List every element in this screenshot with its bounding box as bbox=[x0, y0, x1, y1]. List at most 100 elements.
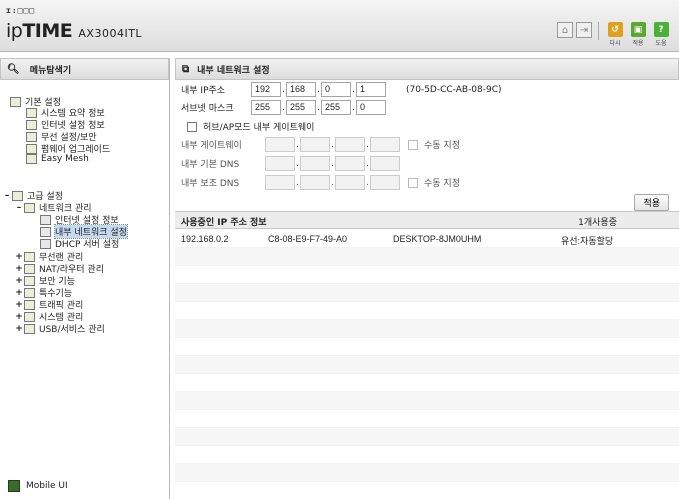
main-panel: ⧉ 내부 네트워크 설정 내부 IP주소 192. 168. 0. 1 (70-… bbox=[175, 58, 679, 499]
ip-table: 192.168.0.2 C8-08-E9-F7-49-A0 DESKTOP-8J… bbox=[175, 230, 679, 482]
refresh-button[interactable]: ↺ 다시 bbox=[605, 22, 625, 47]
dns-manual-checkbox[interactable] bbox=[408, 177, 418, 188]
toolbar-divider bbox=[598, 22, 599, 40]
collapse-icon[interactable]: – bbox=[14, 203, 24, 213]
ip-octet-2[interactable]: 168 bbox=[286, 82, 316, 97]
mac-address: (70-5D-CC-AB-08-9C) bbox=[406, 84, 502, 95]
home-icon[interactable]: ⌂ bbox=[557, 22, 573, 38]
mask-octet-1[interactable]: 255 bbox=[251, 100, 281, 115]
mask-label: 서브넷 마스크 bbox=[181, 104, 234, 114]
expand-icon[interactable]: + bbox=[14, 264, 24, 274]
mobile-icon bbox=[8, 480, 20, 492]
page-icon bbox=[40, 214, 51, 225]
page-icon bbox=[26, 131, 37, 142]
page-icon bbox=[26, 107, 37, 118]
ip-table-title: 사용중인 IP 주소 정보 bbox=[181, 218, 267, 228]
folder-icon bbox=[24, 311, 35, 322]
table-row-empty bbox=[175, 374, 679, 392]
header: ɪ:□□□ ipTIME AX3004ITL ⌂ ⇥ ↺ 다시 ▣ 적용 ? 도… bbox=[0, 0, 679, 52]
ip-octet-3[interactable]: 0 bbox=[321, 82, 351, 97]
dns2-octet-3[interactable] bbox=[335, 175, 365, 190]
table-row-empty bbox=[175, 446, 679, 464]
gateway-octet-4[interactable] bbox=[370, 137, 400, 152]
gateway-row: 내부 게이트웨이 . . . 수동 지정 bbox=[181, 137, 460, 152]
mobile-ui-link[interactable]: Mobile UI bbox=[8, 480, 68, 492]
dns1-octet-4[interactable] bbox=[370, 156, 400, 171]
apply-button[interactable]: 적용 bbox=[634, 194, 669, 211]
tree-item-dhcp[interactable]: DHCP 서버 설정 bbox=[40, 237, 119, 250]
hub-ap-checkbox[interactable] bbox=[187, 121, 197, 132]
dns2-octet-2[interactable] bbox=[300, 175, 330, 190]
ip-octet-4[interactable]: 1 bbox=[356, 82, 386, 97]
dns-manual-label: 수동 지정 bbox=[424, 179, 460, 189]
expand-icon[interactable]: + bbox=[14, 252, 24, 262]
hub-ap-row: 허브/AP모드 내부 게이트웨이 bbox=[187, 120, 314, 133]
table-row-empty bbox=[175, 464, 679, 482]
table-row-empty bbox=[175, 428, 679, 446]
save-icon: ▣ bbox=[630, 22, 646, 37]
header-toolbar: ⌂ ⇥ ↺ 다시 ▣ 적용 ? 도움 bbox=[557, 22, 671, 47]
table-row-empty bbox=[175, 302, 679, 320]
expand-icon[interactable]: + bbox=[14, 312, 24, 322]
ip-label: 내부 IP주소 bbox=[181, 86, 226, 96]
ip-row: 내부 IP주소 192. 168. 0. 1 (70-5D-CC-AB-08-9… bbox=[181, 82, 502, 97]
gateway-manual-checkbox[interactable] bbox=[408, 139, 418, 150]
model-name: AX3004ITL bbox=[78, 27, 143, 40]
mask-octet-4[interactable]: 0 bbox=[356, 100, 386, 115]
refresh-icon: ↺ bbox=[607, 22, 623, 37]
expand-icon[interactable]: + bbox=[14, 288, 24, 298]
folder-icon bbox=[24, 287, 35, 298]
page-icon bbox=[26, 154, 37, 164]
sidebar-title: 🔍︎ 메뉴탐색기 bbox=[0, 58, 169, 80]
dns1-octet-2[interactable] bbox=[300, 156, 330, 171]
save-button[interactable]: ▣ 적용 bbox=[628, 22, 648, 47]
network-icon bbox=[24, 202, 35, 213]
usb-icon bbox=[24, 323, 35, 334]
save-label: 적용 bbox=[632, 40, 644, 47]
table-row-empty bbox=[175, 338, 679, 356]
sidebar-title-text: 메뉴탐색기 bbox=[29, 65, 72, 76]
logout-icon[interactable]: ⇥ bbox=[576, 22, 592, 38]
gateway-octet-1[interactable] bbox=[265, 137, 295, 152]
logo-dots: ɪ:□□□ bbox=[6, 6, 36, 15]
lock-icon bbox=[24, 275, 35, 286]
expand-icon[interactable]: + bbox=[14, 324, 24, 334]
mask-octet-2[interactable]: 255 bbox=[286, 100, 316, 115]
search-icon: 🔍︎ bbox=[7, 63, 20, 75]
mobile-ui-label: Mobile UI bbox=[26, 481, 68, 491]
hub-ap-label: 허브/AP모드 내부 게이트웨이 bbox=[203, 123, 315, 133]
gateway-label: 내부 게이트웨이 bbox=[181, 141, 242, 151]
page-icon bbox=[40, 238, 51, 249]
dns1-label: 내부 기본 DNS bbox=[181, 160, 240, 170]
sidebar: 🔍︎ 메뉴탐색기 기본 설정 시스템 요약 정보 인터넷 설정 정보 무선 설정… bbox=[0, 58, 170, 499]
dns1-octet-3[interactable] bbox=[335, 156, 365, 171]
tree-item-easymesh[interactable]: Easy Mesh bbox=[26, 154, 89, 164]
tree-usb[interactable]: + USB/서비스 관리 bbox=[14, 322, 105, 335]
table-row: 192.168.0.2 C8-08-E9-F7-49-A0 DESKTOP-8J… bbox=[175, 230, 679, 248]
table-row-empty bbox=[175, 320, 679, 338]
ip-octet-1[interactable]: 192 bbox=[251, 82, 281, 97]
help-label: 도움 bbox=[655, 40, 667, 47]
ip-table-count: 1개사용중 bbox=[578, 218, 617, 228]
gateway-octet-3[interactable] bbox=[335, 137, 365, 152]
expand-icon[interactable]: + bbox=[14, 300, 24, 310]
dns2-octet-1[interactable] bbox=[265, 175, 295, 190]
dns2-octet-4[interactable] bbox=[370, 175, 400, 190]
ip-table-header: 사용중인 IP 주소 정보 1개사용중 bbox=[175, 211, 679, 229]
row-mac: C8-08-E9-F7-49-A0 bbox=[268, 234, 348, 244]
row-type: 유선:자동할당 bbox=[561, 236, 614, 246]
settings-page-icon: ⧉ bbox=[182, 63, 190, 75]
row-hostname: DESKTOP-8JM0UHM bbox=[393, 234, 482, 244]
help-button[interactable]: ? 도움 bbox=[651, 22, 671, 47]
table-row-empty bbox=[175, 266, 679, 284]
dns1-octet-1[interactable] bbox=[265, 156, 295, 171]
expand-icon[interactable]: + bbox=[14, 276, 24, 286]
gateway-octet-2[interactable] bbox=[300, 137, 330, 152]
row-ip: 192.168.0.2 bbox=[181, 234, 229, 244]
brand-time: TIME bbox=[22, 20, 73, 42]
collapse-icon[interactable]: – bbox=[2, 191, 12, 201]
mask-octet-3[interactable]: 255 bbox=[321, 100, 351, 115]
page-icon bbox=[26, 143, 37, 154]
dns2-row: 내부 보조 DNS . . . 수동 지정 bbox=[181, 175, 460, 190]
folder-icon bbox=[10, 96, 21, 107]
